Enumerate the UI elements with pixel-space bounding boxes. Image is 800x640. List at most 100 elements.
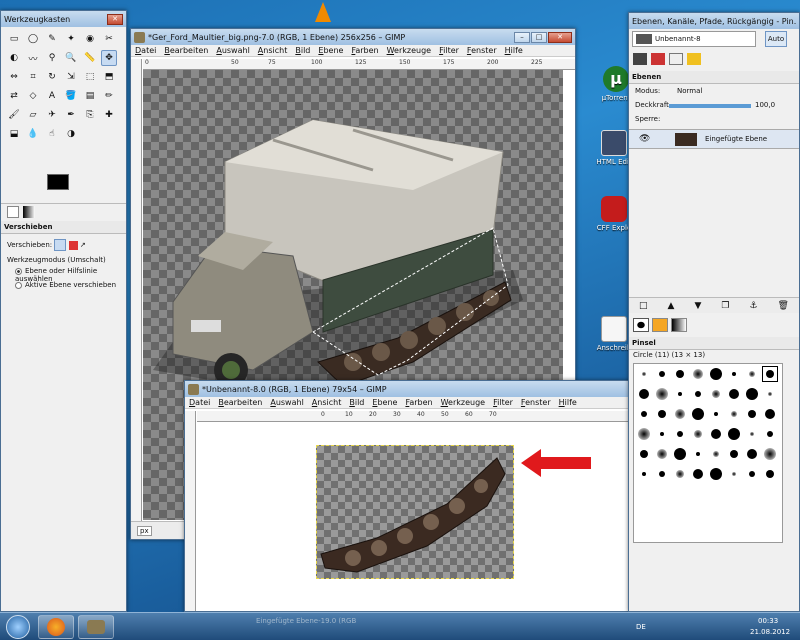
menu-ansicht[interactable]: Ansicht xyxy=(308,398,346,407)
brush-item[interactable] xyxy=(726,406,742,422)
brush-item[interactable] xyxy=(672,386,688,402)
menu-datei[interactable]: Datei xyxy=(185,398,214,407)
horizontal-ruler[interactable]: 0 50 75 100 125 150 175 200 225 xyxy=(143,59,575,70)
brush-item[interactable] xyxy=(654,426,670,442)
menu-ebene[interactable]: Ebene xyxy=(314,46,347,55)
paintbrush-tool-icon[interactable]: 🖌 xyxy=(6,107,22,123)
menu-datei[interactable]: Datei xyxy=(131,46,160,55)
maximize-button[interactable]: □ xyxy=(531,31,547,43)
select-by-color-tool-icon[interactable]: ◉ xyxy=(82,31,98,47)
dodge-burn-tool-icon[interactable]: ◑ xyxy=(63,126,79,142)
patterns-tab-icon[interactable] xyxy=(652,318,668,332)
brush-item[interactable] xyxy=(654,366,670,382)
brush-item[interactable] xyxy=(636,466,652,482)
brush-item[interactable] xyxy=(708,426,724,442)
paths-tab-icon[interactable] xyxy=(669,53,683,65)
brush-item[interactable] xyxy=(762,386,778,402)
menu-farben[interactable]: Farben xyxy=(347,46,382,55)
lower-layer-icon[interactable]: ▼ xyxy=(694,301,701,311)
brush-item[interactable] xyxy=(726,386,742,402)
brush-item[interactable] xyxy=(690,446,706,462)
brush-item[interactable] xyxy=(726,446,742,462)
crop-tool-icon[interactable]: ⌗ xyxy=(25,69,41,85)
perspective-clone-tool-icon[interactable]: ⬓ xyxy=(6,126,22,142)
menu-bearbeiten[interactable]: Bearbeiten xyxy=(214,398,266,407)
horizontal-ruler[interactable]: 0 10 20 30 40 50 60 70 xyxy=(197,411,633,422)
menu-bild[interactable]: Bild xyxy=(345,398,368,407)
brush-item[interactable] xyxy=(708,466,724,482)
cage-tool-icon[interactable]: ◇ xyxy=(25,88,41,104)
menu-ebene[interactable]: Ebene xyxy=(368,398,401,407)
blur-tool-icon[interactable]: 💧 xyxy=(25,126,41,142)
menu-auswahl[interactable]: Auswahl xyxy=(212,46,253,55)
language-indicator[interactable]: DE xyxy=(636,623,646,631)
menu-hilfe[interactable]: Hilfe xyxy=(501,46,527,55)
paths-tool-icon[interactable]: 〰 xyxy=(25,50,41,66)
brush-item[interactable] xyxy=(744,466,760,482)
brush-item[interactable] xyxy=(672,466,688,482)
raise-layer-icon[interactable]: ▲ xyxy=(668,301,675,311)
opacity-value[interactable]: 100,0 xyxy=(755,101,775,109)
taskbar-gimp[interactable] xyxy=(78,615,114,639)
airbrush-tool-icon[interactable]: ✈ xyxy=(44,107,60,123)
shear-tool-icon[interactable]: ⬚ xyxy=(82,69,98,85)
small-image-canvas[interactable] xyxy=(316,445,514,579)
brush-item[interactable] xyxy=(744,366,760,382)
menu-farben[interactable]: Farben xyxy=(401,398,436,407)
brush-item[interactable] xyxy=(708,406,724,422)
brush-item[interactable] xyxy=(690,426,706,442)
brush-item[interactable] xyxy=(690,406,706,422)
ellipse-select-tool-icon[interactable]: ◯ xyxy=(25,31,41,47)
visibility-eye-icon[interactable]: 👁 xyxy=(639,134,650,144)
duplicate-layer-icon[interactable]: ❐ xyxy=(721,301,729,311)
brush-item[interactable] xyxy=(636,406,652,422)
menu-filter[interactable]: Filter xyxy=(489,398,517,407)
measure-tool-icon[interactable]: 📏 xyxy=(82,50,98,66)
close-button[interactable]: ✕ xyxy=(107,13,123,25)
fuzzy-select-tool-icon[interactable]: ✦ xyxy=(63,31,79,47)
menu-ansicht[interactable]: Ansicht xyxy=(254,46,292,55)
brush-item[interactable] xyxy=(672,366,688,382)
new-layer-icon[interactable]: □ xyxy=(639,301,648,311)
brush-item[interactable] xyxy=(636,426,652,442)
vlc-icon[interactable] xyxy=(315,2,331,22)
flip-tool-icon[interactable]: ⇄ xyxy=(6,88,22,104)
smudge-tool-icon[interactable]: ☝ xyxy=(44,126,60,142)
brush-item[interactable] xyxy=(744,406,760,422)
close-button[interactable]: ✕ xyxy=(548,31,572,43)
color-picker-tool-icon[interactable]: ⚲ xyxy=(44,50,60,66)
menu-bild[interactable]: Bild xyxy=(291,46,314,55)
zoom-tool-icon[interactable]: 🔍 xyxy=(63,50,79,66)
menu-filter[interactable]: Filter xyxy=(435,46,463,55)
tool-options-tab[interactable] xyxy=(7,205,19,218)
ink-tool-icon[interactable]: ✒ xyxy=(63,107,79,123)
channels-tab-icon[interactable] xyxy=(651,53,665,65)
minimize-button[interactable]: – xyxy=(514,31,530,43)
bucket-fill-tool-icon[interactable]: 🪣 xyxy=(63,88,79,104)
brush-item[interactable] xyxy=(708,446,724,462)
mode-select[interactable]: Normal xyxy=(677,87,702,95)
brush-item[interactable] xyxy=(708,366,724,382)
menu-hilfe[interactable]: Hilfe xyxy=(555,398,581,407)
taskbar-task-label[interactable]: Eingefügte Ebene-19.0 (RGB xyxy=(256,617,356,625)
second-titlebar[interactable]: *Unbenannt-8.0 (RGB, 1 Ebene) 79x54 – GI… xyxy=(185,381,633,397)
brush-item[interactable] xyxy=(672,446,688,462)
rect-select-tool-icon[interactable]: ▭ xyxy=(6,31,22,47)
start-button[interactable] xyxy=(6,615,30,639)
foreground-color[interactable] xyxy=(47,174,69,190)
auto-button[interactable]: Auto xyxy=(765,31,787,47)
vertical-ruler[interactable] xyxy=(185,411,196,611)
toolbox-titlebar[interactable]: Werkzeugkasten ✕ xyxy=(1,11,126,27)
brush-item[interactable] xyxy=(654,406,670,422)
foreground-select-tool-icon[interactable]: ◐ xyxy=(6,50,22,66)
scissors-tool-icon[interactable]: ✂ xyxy=(101,31,117,47)
brush-item[interactable] xyxy=(726,426,742,442)
gradients-tab-icon[interactable] xyxy=(671,318,687,332)
option-move-active[interactable]: Aktive Ebene verschieben xyxy=(15,281,116,289)
eraser-tool-icon[interactable]: ▱ xyxy=(25,107,41,123)
brush-item[interactable] xyxy=(636,446,652,462)
anchor-icon[interactable]: ⚓ xyxy=(749,301,757,311)
menu-werkzeuge[interactable]: Werkzeuge xyxy=(437,398,490,407)
scale-tool-icon[interactable]: ⇲ xyxy=(63,69,79,85)
brush-item[interactable] xyxy=(690,366,706,382)
